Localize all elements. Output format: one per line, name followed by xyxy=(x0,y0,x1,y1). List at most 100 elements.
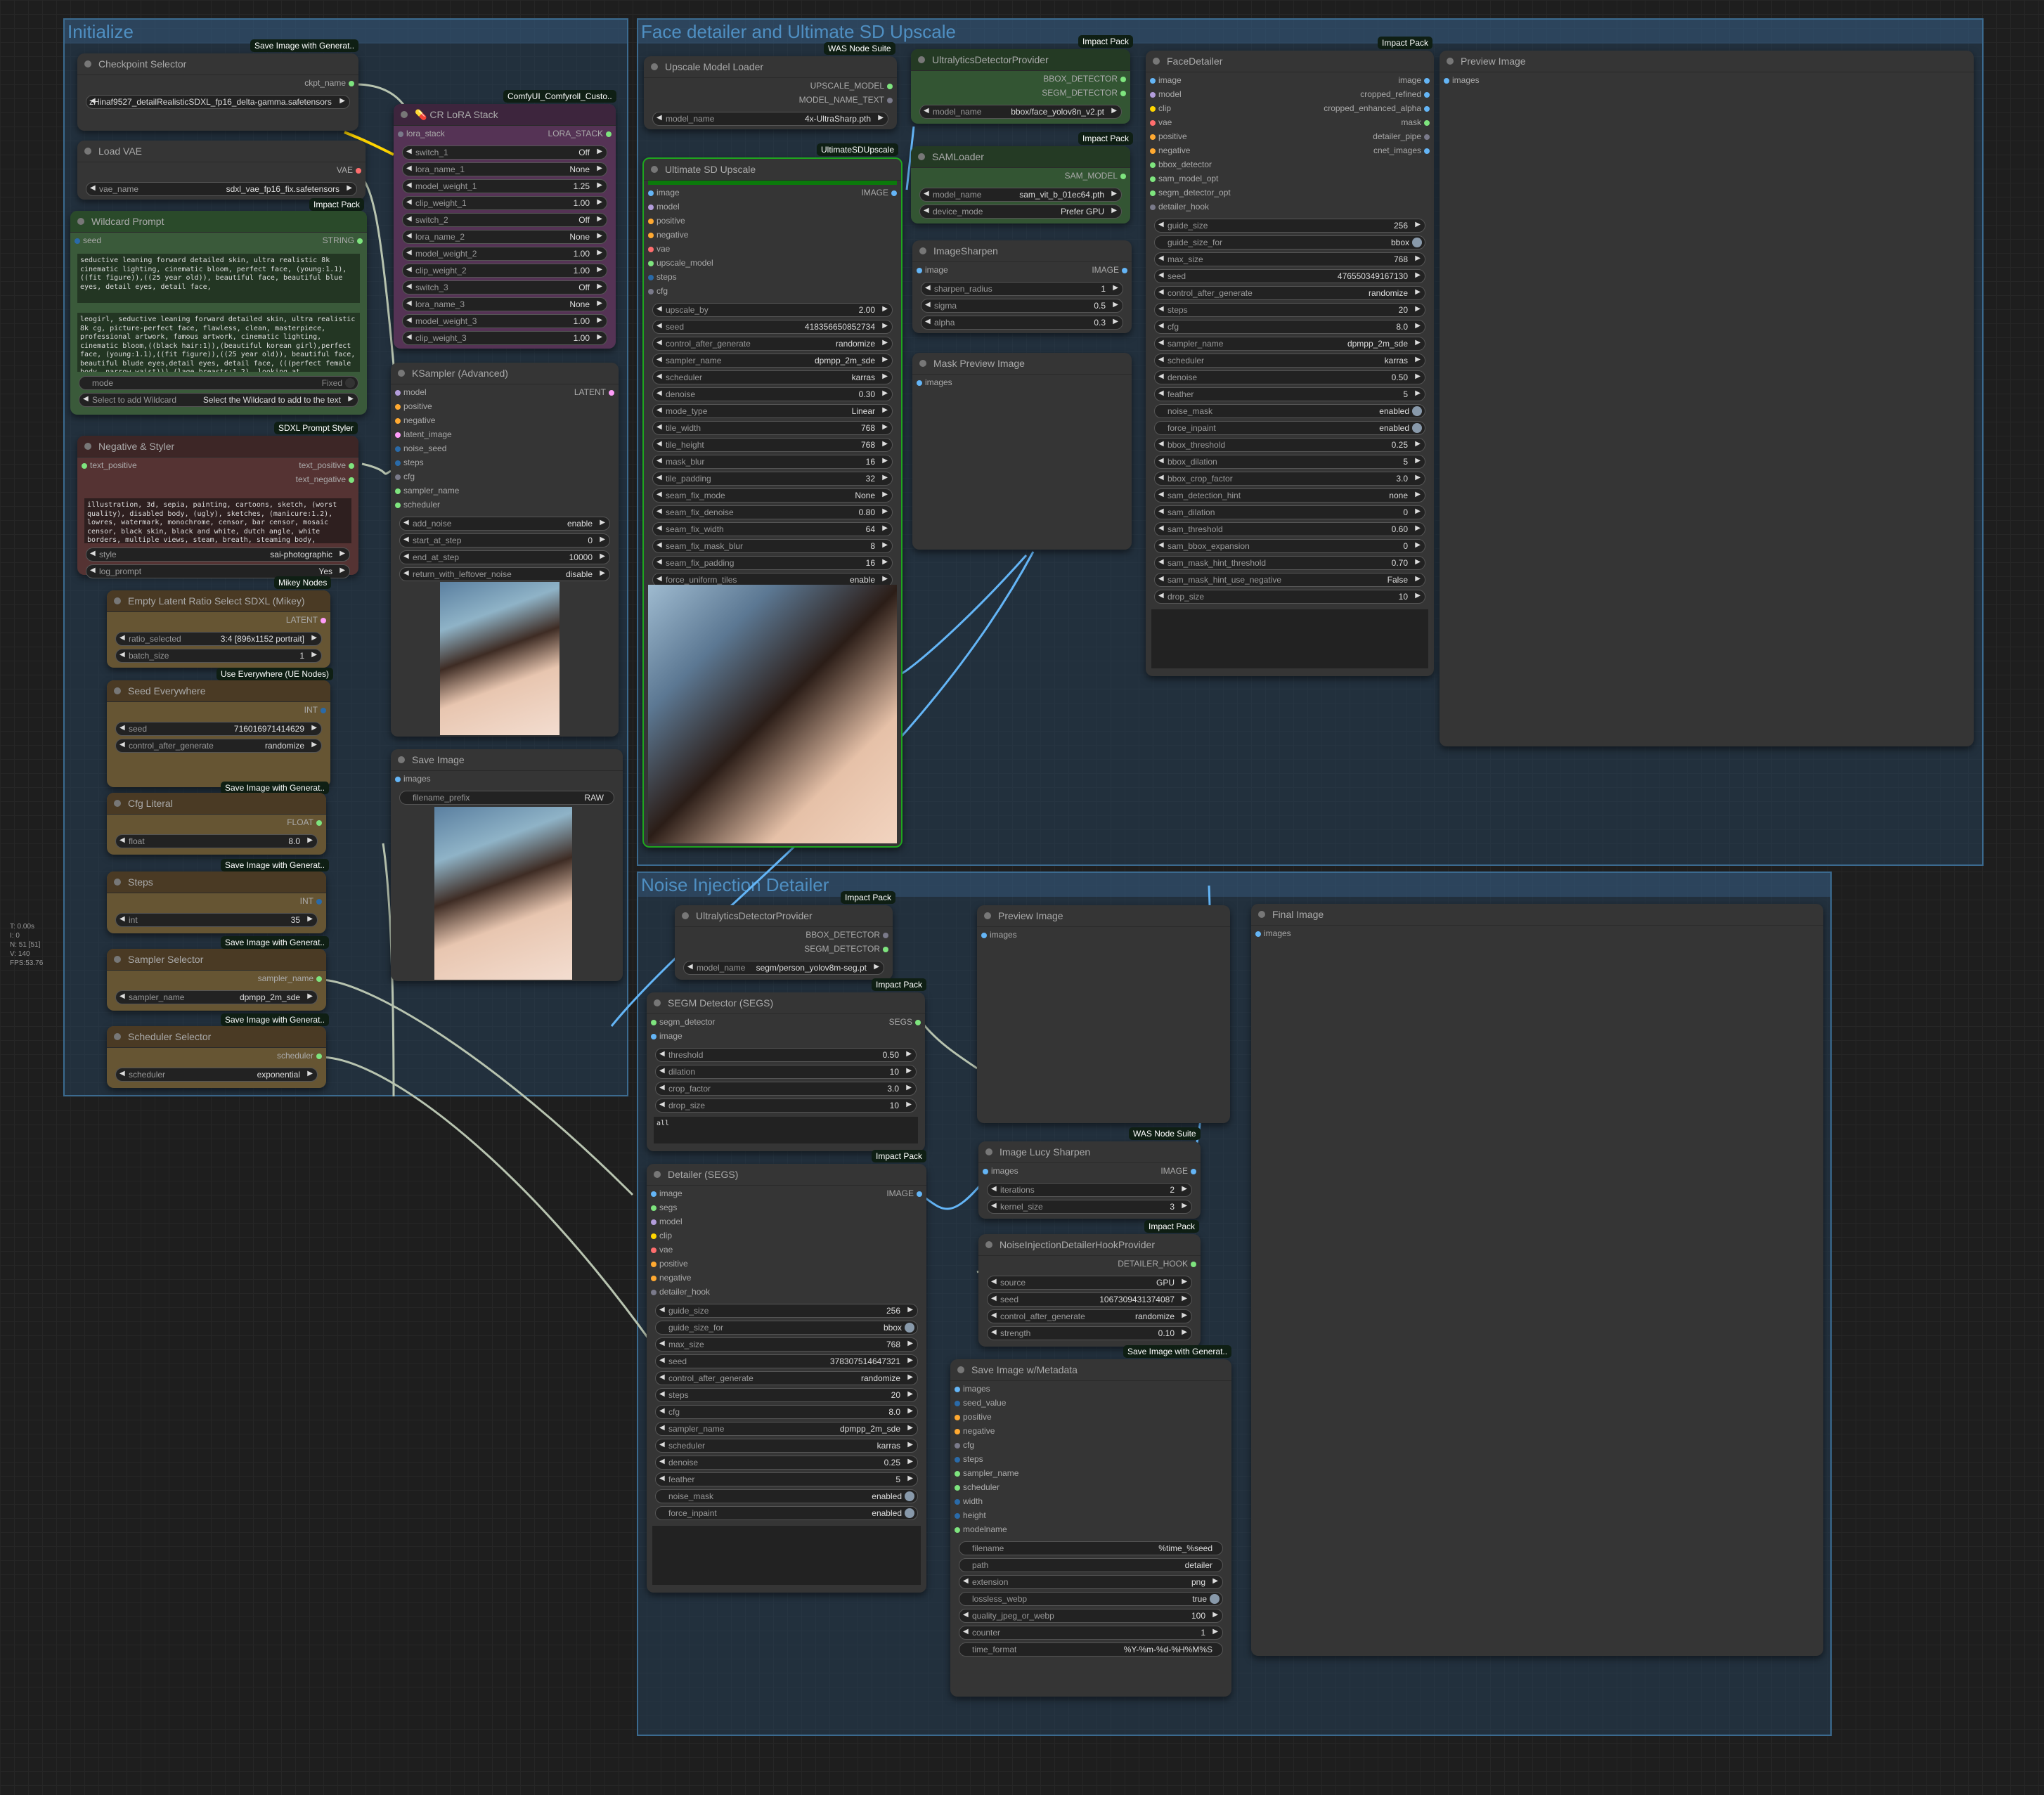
node-mask-preview[interactable]: Mask Preview Image images xyxy=(912,353,1132,550)
increment-arrow-icon[interactable]: ▶ xyxy=(1212,1611,1218,1619)
widget-filename[interactable]: filename %time_%seed xyxy=(959,1541,1223,1555)
widget-denoise[interactable]: ◀ denoise 0.50 ▶ xyxy=(1154,370,1425,384)
output-image[interactable]: IMAGE xyxy=(1092,265,1127,275)
widget-sam-mask-hint-use-negative[interactable]: ◀ sam_mask_hint_use_negative False ▶ xyxy=(1154,573,1425,587)
increment-arrow-icon[interactable]: ▶ xyxy=(1415,339,1421,346)
decrement-arrow-icon[interactable]: ◀ xyxy=(1158,575,1164,583)
decrement-arrow-icon[interactable]: ◀ xyxy=(1158,474,1164,481)
increment-arrow-icon[interactable]: ▶ xyxy=(597,333,602,341)
increment-arrow-icon[interactable]: ▶ xyxy=(307,992,313,1000)
increment-arrow-icon[interactable]: ▶ xyxy=(307,836,313,844)
widget-path[interactable]: path detailer xyxy=(959,1558,1223,1572)
decrement-arrow-icon[interactable]: ◀ xyxy=(659,1475,665,1482)
input-images[interactable]: images xyxy=(983,1166,1018,1176)
widget-upscale-by[interactable]: ◀ upscale_by 2.00 ▶ xyxy=(652,303,893,317)
toggle-knob[interactable] xyxy=(1412,238,1422,247)
output-segm-detector[interactable]: SEGM_DETECTOR xyxy=(1042,88,1126,98)
increment-arrow-icon[interactable]: ▶ xyxy=(1415,507,1421,515)
increment-arrow-icon[interactable]: ▶ xyxy=(1182,1185,1187,1193)
increment-arrow-icon[interactable]: ▶ xyxy=(907,1390,913,1398)
widget-seam-fix-padding[interactable]: ◀ seam_fix_padding 16 ▶ xyxy=(652,556,893,570)
upscaled-image-preview[interactable] xyxy=(648,585,897,843)
decrement-arrow-icon[interactable]: ◀ xyxy=(991,1295,997,1302)
decrement-arrow-icon[interactable]: ◀ xyxy=(659,1340,665,1347)
input-seed-value[interactable]: seed_value xyxy=(954,1398,1006,1408)
toggle-knob[interactable] xyxy=(905,1323,914,1333)
increment-arrow-icon[interactable]: ▶ xyxy=(878,114,884,122)
increment-arrow-icon[interactable]: ▶ xyxy=(906,1084,912,1091)
increment-arrow-icon[interactable]: ▶ xyxy=(597,164,602,172)
increment-arrow-icon[interactable]: ▶ xyxy=(907,1356,913,1364)
output-float[interactable]: FLOAT xyxy=(287,817,322,827)
increment-arrow-icon[interactable]: ▶ xyxy=(600,569,605,577)
decrement-arrow-icon[interactable]: ◀ xyxy=(991,1311,997,1319)
decrement-arrow-icon[interactable]: ◀ xyxy=(991,1328,997,1336)
increment-arrow-icon[interactable]: ▶ xyxy=(882,322,888,330)
node-lucy-sharpen[interactable]: Image Lucy Sharpen images IMAGE ◀ iterati… xyxy=(978,1141,1201,1219)
decrement-arrow-icon[interactable]: ◀ xyxy=(406,164,412,172)
node-noise-injection-hook[interactable]: NoiseInjectionDetailerHookProvider DETAI… xyxy=(978,1234,1201,1347)
decrement-arrow-icon[interactable]: ◀ xyxy=(1158,558,1164,566)
increment-arrow-icon[interactable]: ▶ xyxy=(1415,254,1421,262)
increment-arrow-icon[interactable]: ▶ xyxy=(874,963,879,971)
decrement-arrow-icon[interactable]: ◀ xyxy=(406,266,412,273)
increment-arrow-icon[interactable]: ▶ xyxy=(882,507,888,515)
input-sampler-name[interactable]: sampler_name xyxy=(394,486,459,495)
input-detailer-hook[interactable]: detailer_hook xyxy=(650,1287,710,1297)
output-text-negative[interactable]: text_negative xyxy=(296,474,355,484)
decrement-arrow-icon[interactable]: ◀ xyxy=(656,322,662,330)
input-vae[interactable]: vae xyxy=(647,244,670,254)
output-segs[interactable]: SEGS xyxy=(889,1017,921,1027)
widget-strength[interactable]: ◀ strength 0.10 ▶ xyxy=(987,1326,1192,1340)
node-checkpoint-selector[interactable]: Checkpoint Selector ckpt_name ◀ zHinaf95… xyxy=(77,53,358,131)
input-model[interactable]: model xyxy=(1150,89,1182,99)
input-images[interactable]: images xyxy=(1444,75,1480,85)
increment-arrow-icon[interactable]: ▶ xyxy=(1415,372,1421,380)
increment-arrow-icon[interactable]: ▶ xyxy=(882,541,888,549)
widget-dilation[interactable]: ◀ dilation 10 ▶ xyxy=(655,1065,917,1079)
widget-clip-weight-3[interactable]: ◀ clip_weight_3 1.00 ▶ xyxy=(402,331,607,345)
increment-arrow-icon[interactable]: ▶ xyxy=(339,566,345,574)
output-lora-stack[interactable]: LORA_STACK xyxy=(548,129,612,138)
decrement-arrow-icon[interactable]: ◀ xyxy=(1158,356,1164,363)
widget-noise-mask[interactable]: noise_mask enabled xyxy=(655,1489,918,1503)
increment-arrow-icon[interactable]: ▶ xyxy=(600,552,605,560)
decrement-arrow-icon[interactable]: ◀ xyxy=(963,1577,969,1585)
widget-float[interactable]: ◀ float 8.0 ▶ xyxy=(115,834,318,848)
decrement-arrow-icon[interactable]: ◀ xyxy=(925,284,931,292)
decrement-arrow-icon[interactable]: ◀ xyxy=(925,301,931,309)
node-ultralytics-face[interactable]: UltralyticsDetectorProvider BBOX_DETECTO… xyxy=(911,49,1130,124)
increment-arrow-icon[interactable]: ▶ xyxy=(1113,318,1118,325)
increment-arrow-icon[interactable]: ▶ xyxy=(1415,558,1421,566)
widget-seed[interactable]: ◀ seed 378307514647321 ▶ xyxy=(655,1354,918,1368)
widget-noise-mask[interactable]: noise_mask enabled xyxy=(1154,404,1425,418)
decrement-arrow-icon[interactable]: ◀ xyxy=(656,457,662,465)
increment-arrow-icon[interactable]: ▶ xyxy=(339,550,345,557)
decrement-arrow-icon[interactable]: ◀ xyxy=(119,741,125,749)
input-model[interactable]: model xyxy=(395,387,427,397)
input-negative[interactable]: negative xyxy=(394,415,435,425)
increment-arrow-icon[interactable]: ▶ xyxy=(597,316,602,324)
decrement-arrow-icon[interactable]: ◀ xyxy=(656,474,662,481)
widget-mode-type[interactable]: ◀ mode_type Linear ▶ xyxy=(652,404,893,418)
decrement-arrow-icon[interactable]: ◀ xyxy=(403,519,409,526)
increment-arrow-icon[interactable]: ▶ xyxy=(1182,1278,1187,1285)
decrement-arrow-icon[interactable]: ◀ xyxy=(656,356,662,363)
decrement-arrow-icon[interactable]: ◀ xyxy=(656,558,662,566)
decrement-arrow-icon[interactable]: ◀ xyxy=(406,299,412,307)
widget-return-with-leftover-noise[interactable]: ◀ return_with_leftover_noise disable ▶ xyxy=(399,567,610,581)
node-ksampler-advanced[interactable]: KSampler (Advanced) model LATENT positive n… xyxy=(391,363,619,737)
increment-arrow-icon[interactable]: ▶ xyxy=(1111,190,1117,197)
increment-arrow-icon[interactable]: ▶ xyxy=(907,1306,913,1314)
decrement-arrow-icon[interactable]: ◀ xyxy=(924,190,929,197)
node-save-image[interactable]: Save Image images filename_prefix RAW xyxy=(391,749,623,981)
widget-force-inpaint[interactable]: force_inpaint enabled xyxy=(655,1506,918,1520)
input-text-positive[interactable]: text_positive xyxy=(82,460,137,470)
decrement-arrow-icon[interactable]: ◀ xyxy=(1158,541,1164,549)
saved-image-preview[interactable] xyxy=(434,807,572,980)
increment-arrow-icon[interactable]: ▶ xyxy=(907,1373,913,1381)
increment-arrow-icon[interactable]: ▶ xyxy=(597,299,602,307)
decrement-arrow-icon[interactable]: ◀ xyxy=(656,305,662,313)
increment-arrow-icon[interactable]: ▶ xyxy=(1182,1328,1187,1336)
decrement-arrow-icon[interactable]: ◀ xyxy=(656,507,662,515)
